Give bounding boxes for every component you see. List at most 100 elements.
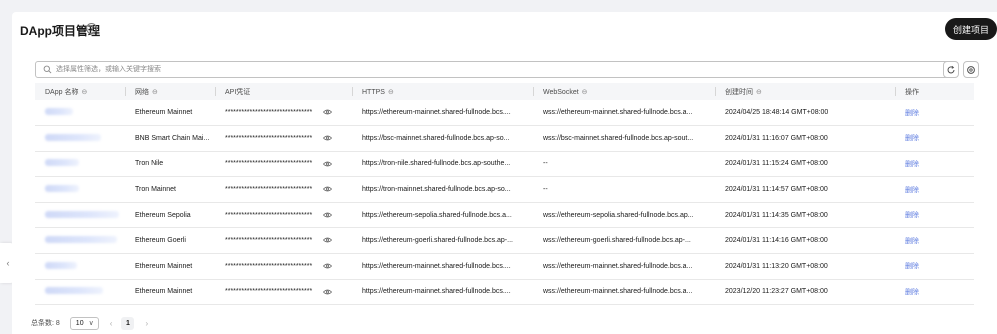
created-time-cell: 2024/01/31 11:15:24 GMT+08:00	[715, 151, 895, 178]
eye-icon[interactable]	[323, 263, 333, 269]
action-cell: 删除	[895, 202, 974, 229]
dapp-name-cell[interactable]	[35, 100, 125, 127]
table-row: Ethereum Mainnet ************************…	[35, 253, 974, 280]
delete-link[interactable]: 删除	[905, 135, 919, 142]
page-size-select[interactable]: 10 ∨	[69, 316, 99, 330]
column-header-dapp-name[interactable]: DApp 名称 ⊖	[35, 83, 125, 100]
chevron-left-icon: ‹	[6, 258, 10, 268]
https-cell: https://ethereum-mainnet.shared-fullnode…	[352, 253, 533, 280]
network-cell: Tron Nile	[125, 151, 215, 178]
sort-icon: ⊖	[152, 88, 158, 96]
delete-link[interactable]: 删除	[905, 161, 919, 168]
redacted-name	[45, 133, 101, 141]
eye-icon[interactable]	[323, 212, 333, 218]
websocket-cell: wss://ethereum-sepolia.shared-fullnode.b…	[533, 202, 715, 229]
page-number-current[interactable]: 1	[121, 316, 135, 330]
credential-cell: ********************************	[215, 253, 352, 280]
https-cell: https://ethereum-mainnet.shared-fullnode…	[352, 100, 533, 127]
created-time-cell: 2024/01/31 11:16:07 GMT+08:00	[715, 125, 895, 152]
chevron-down-icon: ∨	[88, 320, 94, 327]
action-cell: 删除	[895, 151, 974, 178]
dapp-table: DApp 名称 ⊖ 网络 ⊖ API凭证 HTTPS ⊖ WebSocket ⊖ 创建时…	[35, 83, 974, 306]
https-cell: https://tron-nile.shared-fullnode.bcs.ap…	[352, 151, 533, 178]
credential-cell: ********************************	[215, 100, 352, 127]
created-time-cell: 2024/01/31 11:14:16 GMT+08:00	[715, 227, 895, 255]
eye-icon[interactable]	[323, 237, 333, 243]
pagination: 总条数: 8 10 ∨ ‹ 1 ›	[31, 316, 148, 330]
dapp-name-cell[interactable]	[35, 202, 125, 229]
action-cell: 删除	[895, 100, 974, 127]
created-time-cell: 2024/01/31 11:14:35 GMT+08:00	[715, 202, 895, 229]
next-page-button[interactable]: ›	[145, 319, 148, 328]
eye-icon[interactable]	[323, 186, 333, 192]
table-row: BNB Smart Chain Mai... ******************…	[35, 125, 974, 152]
eye-icon[interactable]	[323, 109, 333, 115]
column-header-websocket[interactable]: WebSocket ⊖	[533, 83, 715, 100]
delete-link[interactable]: 删除	[905, 263, 919, 270]
delete-link[interactable]: 删除	[905, 187, 919, 194]
websocket-cell: wss://ethereum-mainnet.shared-fullnode.b…	[533, 279, 715, 306]
table-row: Ethereum Sepolia ************************…	[35, 202, 974, 229]
eye-icon[interactable]	[323, 289, 333, 295]
action-cell: 删除	[895, 227, 974, 255]
dapp-name-cell[interactable]	[35, 227, 125, 255]
credential-cell: ********************************	[215, 176, 352, 203]
delete-link[interactable]: 删除	[905, 110, 919, 117]
create-project-button[interactable]: 创建项目	[945, 18, 997, 40]
network-cell: Ethereum Mainnet	[125, 253, 215, 280]
table-row: Tron Mainnet ****************************…	[35, 176, 974, 203]
sort-icon: ⊖	[387, 88, 394, 96]
search-bar[interactable]	[35, 61, 954, 78]
action-cell: 删除	[895, 253, 974, 280]
search-input[interactable]	[56, 62, 936, 77]
credential-cell: ********************************	[215, 125, 352, 152]
column-header-network[interactable]: 网络 ⊖	[125, 83, 215, 100]
refresh-button[interactable]	[943, 61, 959, 78]
column-header-created-time[interactable]: 创建时间 ⊖	[715, 83, 895, 100]
https-cell: https://tron-mainnet.shared-fullnode.bcs…	[352, 176, 533, 203]
websocket-cell: --	[533, 151, 715, 178]
sort-icon: ⊖	[756, 88, 762, 96]
eye-icon[interactable]	[323, 135, 333, 141]
table-row: Tron Nile *******************************…	[35, 151, 974, 178]
created-time-cell: 2024/04/25 18:48:14 GMT+08:00	[715, 100, 895, 127]
websocket-cell: wss://ethereum-goerli.shared-fullnode.bc…	[533, 227, 715, 255]
redacted-name	[45, 159, 79, 167]
action-cell: 删除	[895, 176, 974, 203]
network-cell: Ethereum Mainnet	[125, 100, 215, 127]
network-cell: Ethereum Mainnet	[125, 279, 215, 306]
credential-cell: ********************************	[215, 279, 352, 306]
dapp-name-cell[interactable]	[35, 176, 125, 203]
help-icon[interactable]: ?	[86, 23, 97, 34]
https-cell: https://ethereum-goerli.shared-fullnode.…	[352, 227, 533, 255]
https-cell: https://ethereum-sepolia.shared-fullnode…	[352, 202, 533, 229]
dapp-name-cell[interactable]	[35, 151, 125, 178]
websocket-cell: wss://ethereum-mainnet.shared-fullnode.b…	[533, 100, 715, 127]
table-header-row: DApp 名称 ⊖ 网络 ⊖ API凭证 HTTPS ⊖ WebSocket ⊖ 创建时…	[35, 83, 974, 100]
websocket-cell: wss://ethereum-mainnet.shared-fullnode.b…	[533, 253, 715, 280]
redacted-name	[45, 210, 119, 218]
created-time-cell: 2024/01/31 11:13:20 GMT+08:00	[715, 253, 895, 280]
redacted-name	[45, 185, 79, 193]
network-cell: Tron Mainnet	[125, 176, 215, 203]
https-cell: https://ethereum-mainnet.shared-fullnode…	[352, 279, 533, 306]
table-row: Ethereum Mainnet ************************…	[35, 279, 974, 306]
table-row: Ethereum Goerli *************************…	[35, 227, 974, 255]
refresh-icon	[947, 65, 955, 73]
delete-link[interactable]: 删除	[905, 289, 919, 296]
dapp-name-cell[interactable]	[35, 125, 125, 152]
search-icon	[43, 65, 52, 74]
delete-link[interactable]: 删除	[905, 212, 919, 219]
eye-icon[interactable]	[323, 161, 333, 167]
credential-cell: ********************************	[215, 151, 352, 178]
prev-page-button[interactable]: ‹	[110, 319, 113, 328]
dapp-name-cell[interactable]	[35, 253, 125, 280]
network-cell: Ethereum Goerli	[125, 227, 215, 255]
column-header-actions: 操作	[895, 83, 974, 100]
created-time-cell: 2023/12/20 11:23:27 GMT+08:00	[715, 279, 895, 306]
redacted-name	[45, 287, 103, 295]
column-header-https[interactable]: HTTPS ⊖	[352, 83, 533, 100]
settings-button[interactable]	[963, 61, 979, 78]
delete-link[interactable]: 删除	[905, 238, 919, 245]
dapp-name-cell[interactable]	[35, 279, 125, 306]
